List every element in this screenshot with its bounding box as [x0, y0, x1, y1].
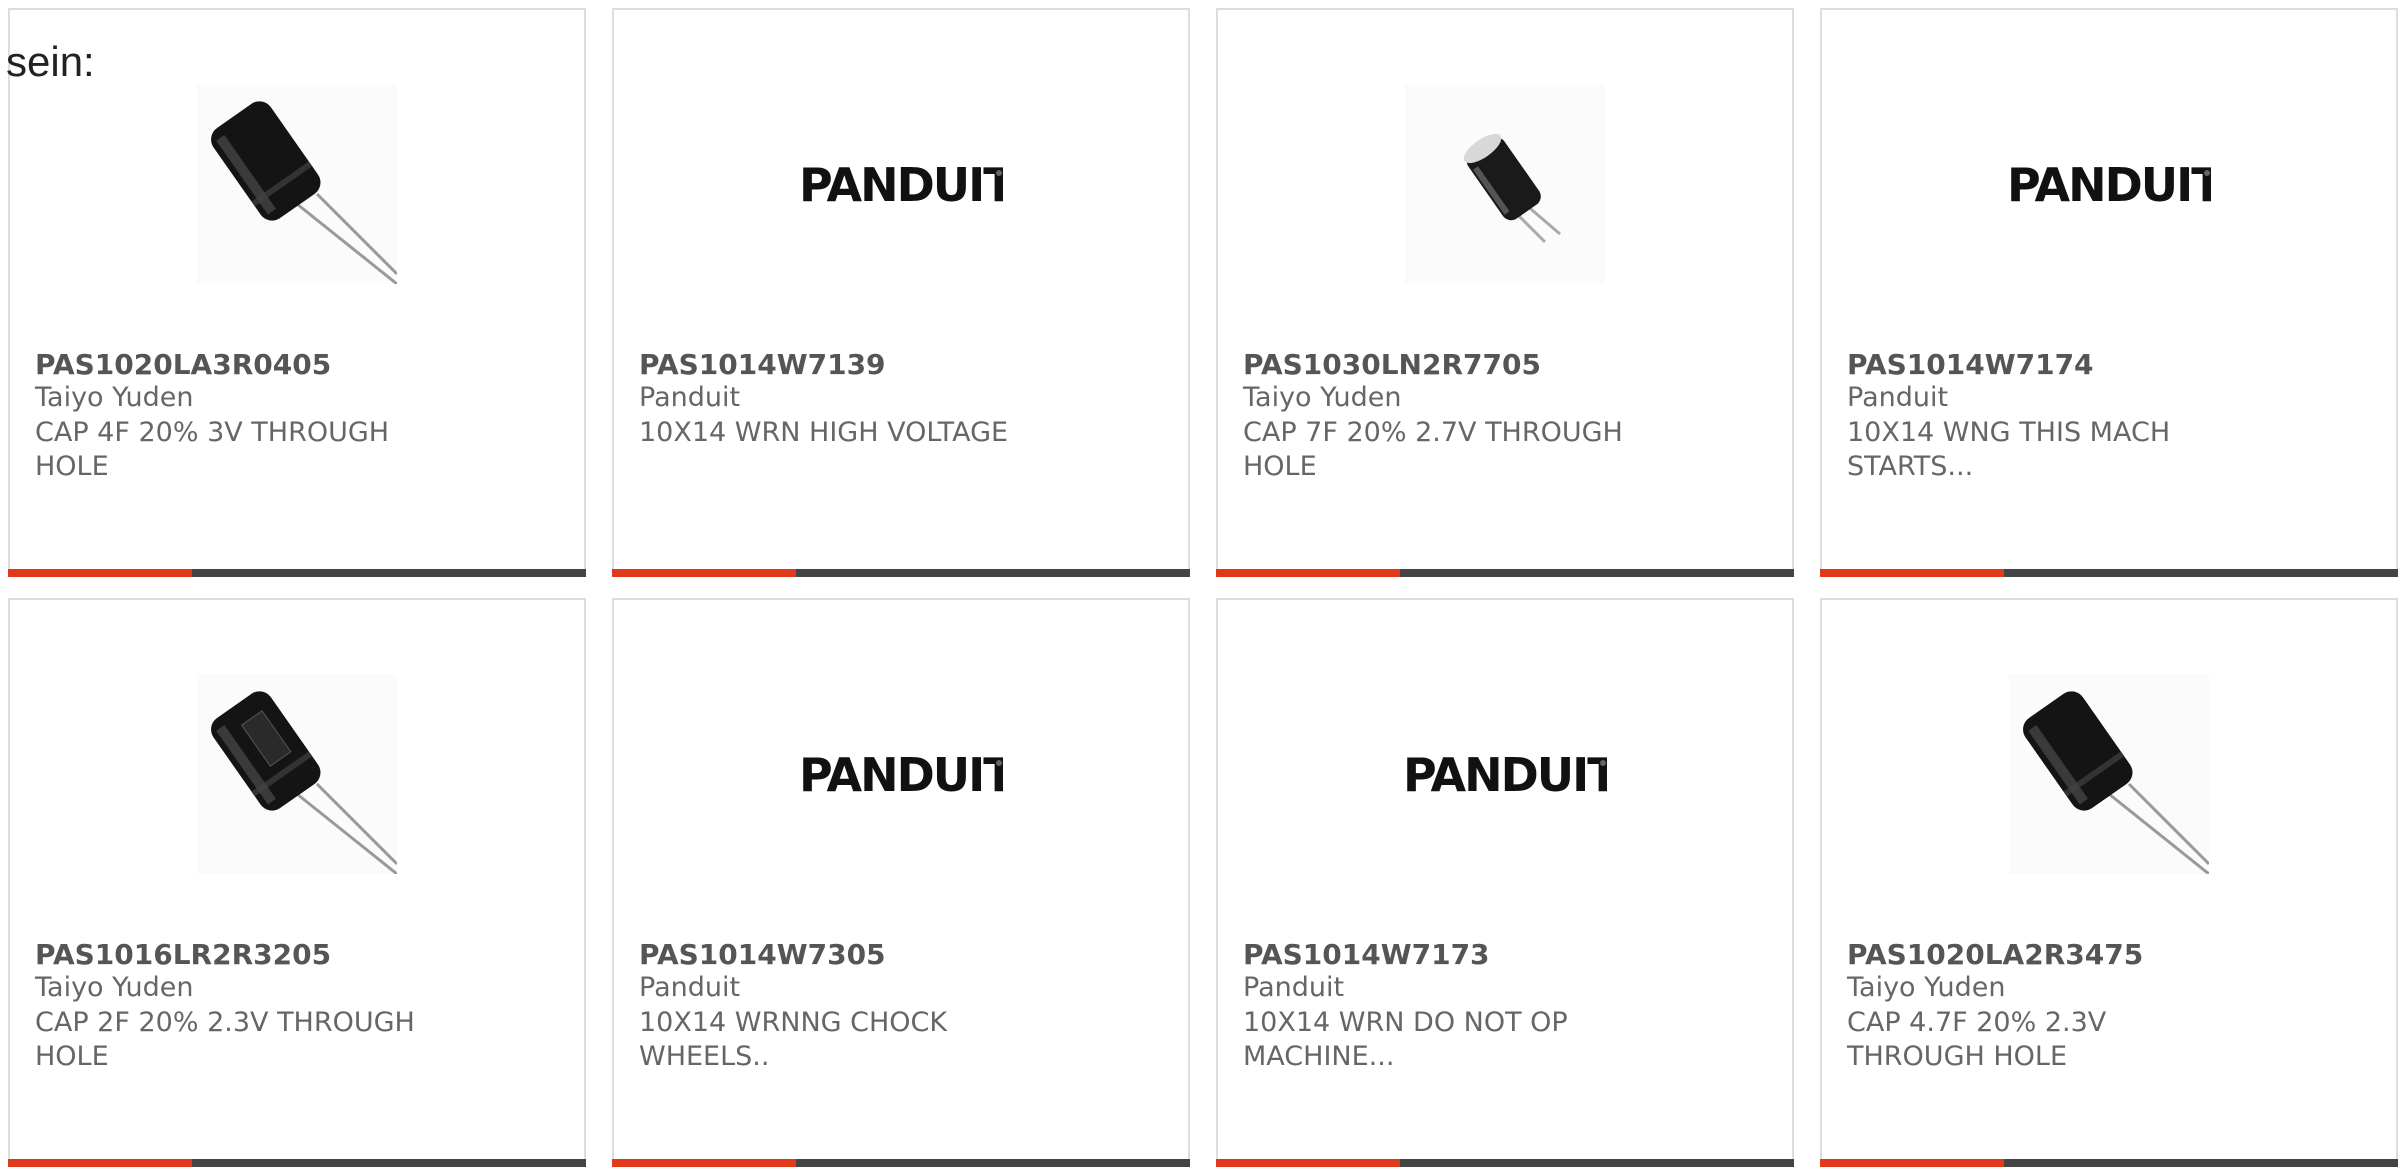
card-bottom-bar [612, 569, 1190, 577]
intro-text: sein: [6, 38, 95, 85]
product-card[interactable]: PANDUIT PAS1014W7173 Panduit 10X14 WRN DO … [1216, 598, 1794, 1167]
card-accent-bar [612, 1159, 796, 1167]
card-bottom-bar [1216, 1159, 1794, 1167]
panduit-logo: PANDUIT [2007, 159, 2211, 209]
card-accent-bar [1820, 569, 2004, 577]
part-number[interactable]: PAS1020LA2R3475 [1847, 938, 2143, 971]
product-card[interactable]: PAS1030LN2R7705 Taiyo Yuden CAP 7F 20% 2.7… [1216, 8, 1794, 577]
product-grid: PAS1020LA3R0405 Taiyo Yuden CAP 4F 20% 3V … [8, 8, 2400, 1167]
product-description: CAP 4.7F 20% 2.3V THROUGH HOLE [1847, 1007, 2107, 1072]
product-description: CAP 7F 20% 2.7V THROUGH HOLE [1243, 417, 1623, 482]
panduit-logo: PANDUIT [799, 159, 1003, 209]
manufacturer: Taiyo Yuden [1243, 382, 1402, 413]
part-number[interactable]: PAS1020LA3R0405 [35, 348, 331, 381]
manufacturer: Taiyo Yuden [35, 382, 194, 413]
card-bottom-bar [8, 569, 586, 577]
card-accent-bar [8, 1159, 192, 1167]
product-card[interactable]: PAS1016LR2R3205 Taiyo Yuden CAP 2F 20% 2.3… [8, 598, 586, 1167]
capacitor-image [2009, 674, 2209, 874]
product-image[interactable]: PANDUIT [1218, 670, 1792, 878]
card-accent-bar [612, 569, 796, 577]
product-image[interactable]: PANDUIT [1822, 80, 2396, 288]
card-accent-bar [1820, 1159, 2004, 1167]
card-bottom-bar [1216, 569, 1794, 577]
part-number[interactable]: PAS1016LR2R3205 [35, 938, 331, 971]
card-accent-bar [8, 569, 192, 577]
product-card[interactable]: PANDUIT PAS1014W7305 Panduit 10X14 WRNNG C… [612, 598, 1190, 1167]
manufacturer: Panduit [639, 972, 741, 1003]
product-image[interactable] [10, 80, 584, 288]
part-number[interactable]: PAS1014W7174 [1847, 348, 2094, 381]
product-card[interactable]: PAS1020LA3R0405 Taiyo Yuden CAP 4F 20% 3V … [8, 8, 586, 577]
svg-text:PANDUIT: PANDUIT [1403, 749, 1607, 799]
manufacturer: Panduit [1847, 382, 1949, 413]
product-description: CAP 2F 20% 2.3V THROUGH HOLE [35, 1007, 415, 1072]
product-card[interactable]: PAS1020LA2R3475 Taiyo Yuden CAP 4.7F 20% 2… [1820, 598, 2398, 1167]
panduit-logo: PANDUIT [1403, 749, 1607, 799]
svg-text:PANDUIT: PANDUIT [2007, 159, 2211, 209]
card-accent-bar [1216, 1159, 1400, 1167]
capacitor-image [1405, 84, 1605, 284]
panduit-logo: PANDUIT [799, 749, 1003, 799]
product-card[interactable]: PANDUIT PAS1014W7139 Panduit 10X14 WRN HIG… [612, 8, 1190, 577]
part-number[interactable]: PAS1014W7139 [639, 348, 886, 381]
part-number[interactable]: PAS1030LN2R7705 [1243, 348, 1541, 381]
product-image[interactable] [1218, 80, 1792, 288]
product-image[interactable]: PANDUIT [614, 670, 1188, 878]
product-description: CAP 4F 20% 3V THROUGH HOLE [35, 417, 390, 482]
product-description: 10X14 WRNNG CHOCK WHEELS.. [639, 1007, 948, 1072]
capacitor-image [197, 84, 397, 284]
manufacturer: Taiyo Yuden [35, 972, 194, 1003]
capacitor-image [197, 674, 397, 874]
product-image[interactable] [10, 670, 584, 878]
manufacturer: Taiyo Yuden [1847, 972, 2006, 1003]
svg-text:PANDUIT: PANDUIT [799, 159, 1003, 209]
product-image[interactable] [1822, 670, 2396, 878]
card-bottom-bar [1820, 1159, 2398, 1167]
product-description: 10X14 WNG THIS MACH STARTS... [1847, 417, 2171, 482]
card-accent-bar [1216, 569, 1400, 577]
card-bottom-bar [8, 1159, 586, 1167]
manufacturer: Panduit [639, 382, 741, 413]
product-image[interactable]: PANDUIT [614, 80, 1188, 288]
product-card[interactable]: PANDUIT PAS1014W7174 Panduit 10X14 WNG THI… [1820, 8, 2398, 577]
card-bottom-bar [1820, 569, 2398, 577]
product-description: 10X14 WRN DO NOT OP MACHINE... [1243, 1007, 1568, 1072]
part-number[interactable]: PAS1014W7305 [639, 938, 886, 971]
manufacturer: Panduit [1243, 972, 1345, 1003]
product-description: 10X14 WRN HIGH VOLTAGE [639, 417, 1009, 448]
part-number[interactable]: PAS1014W7173 [1243, 938, 1490, 971]
svg-text:PANDUIT: PANDUIT [799, 749, 1003, 799]
card-bottom-bar [612, 1159, 1190, 1167]
